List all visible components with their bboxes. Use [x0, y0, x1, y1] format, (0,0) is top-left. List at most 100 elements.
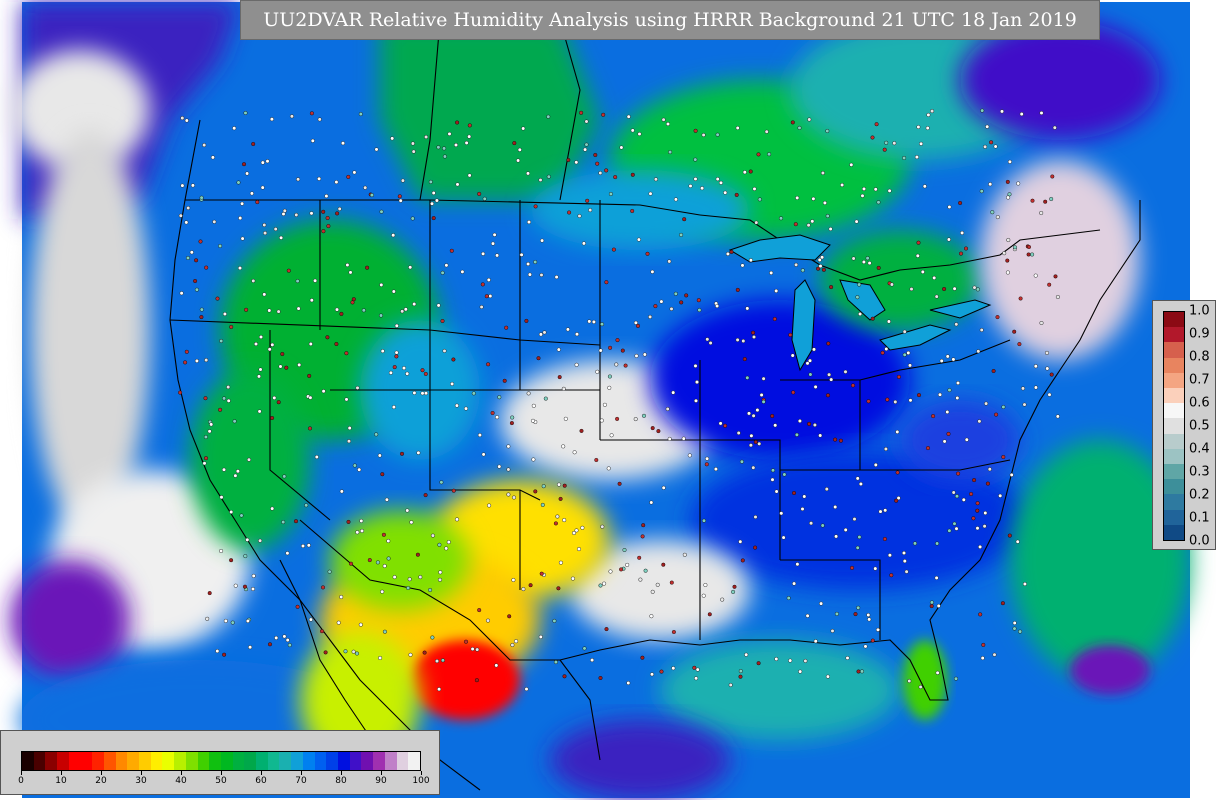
station-dot — [820, 523, 825, 528]
station-dot — [1049, 196, 1054, 201]
station-dot — [882, 537, 887, 542]
rh-colorbar-segment — [127, 752, 140, 770]
station-dot — [1049, 372, 1054, 377]
station-dot — [975, 508, 980, 513]
rh-tick-label: 80 — [335, 776, 347, 786]
station-dot — [825, 213, 830, 218]
station-dot — [386, 556, 391, 561]
station-dot — [306, 543, 311, 548]
station-dot — [625, 562, 630, 567]
station-dot — [180, 183, 185, 188]
station-dot — [908, 398, 913, 403]
station-dot — [215, 649, 220, 654]
station-dot — [956, 381, 961, 386]
station-dot — [818, 433, 823, 438]
station-dot — [223, 618, 228, 623]
station-dot — [543, 396, 548, 401]
station-dot — [232, 419, 237, 424]
station-dot — [860, 193, 865, 198]
station-dot — [619, 567, 624, 572]
station-dot — [381, 532, 386, 537]
rh-colorbar-segment — [139, 752, 151, 770]
rh-tick-label: 90 — [375, 776, 387, 786]
station-dot — [688, 183, 693, 188]
increment-colorbar-segment — [1164, 327, 1184, 343]
station-dot — [294, 519, 299, 524]
station-dot — [1001, 455, 1006, 460]
station-dot — [533, 260, 538, 265]
station-dot — [562, 483, 567, 488]
station-dot — [977, 419, 982, 424]
station-dot — [978, 612, 983, 617]
rh-tick-mark — [340, 771, 342, 775]
station-dot — [440, 319, 445, 324]
station-dot — [951, 490, 956, 495]
station-dot — [359, 518, 364, 523]
station-dot — [694, 676, 699, 681]
station-dot — [533, 489, 538, 494]
station-dot — [324, 194, 329, 199]
station-dot — [633, 417, 638, 422]
station-dot — [926, 446, 931, 451]
station-dot — [952, 521, 957, 526]
station-dot — [883, 447, 888, 452]
station-dot — [492, 232, 497, 237]
station-dot — [1013, 245, 1018, 250]
station-dot — [480, 282, 485, 287]
station-dot — [295, 604, 300, 609]
station-dot — [874, 122, 879, 127]
station-dot — [653, 304, 658, 309]
station-dot — [594, 458, 599, 463]
station-dot — [701, 593, 706, 598]
station-dot — [325, 215, 330, 220]
station-dot — [335, 307, 340, 312]
station-dot — [684, 293, 689, 298]
station-dot — [207, 429, 212, 434]
station-dot — [540, 502, 545, 507]
station-dot — [454, 142, 459, 147]
station-dot — [992, 652, 997, 657]
station-dot — [431, 216, 436, 221]
station-dot — [1047, 282, 1052, 287]
station-dot — [863, 644, 868, 649]
station-dot — [873, 566, 878, 571]
station-dot — [347, 426, 352, 431]
station-dot — [327, 569, 332, 574]
station-dot — [391, 233, 396, 238]
station-dot — [935, 670, 940, 675]
station-dot — [751, 465, 756, 470]
station-dot — [262, 292, 267, 297]
station-dot — [178, 390, 183, 395]
station-dot — [557, 482, 562, 487]
station-dot — [585, 198, 590, 203]
station-dot — [334, 342, 339, 347]
station-dot — [565, 327, 570, 332]
rh-colorbar — [21, 751, 421, 771]
station-dot — [993, 144, 998, 149]
station-dot — [1030, 252, 1035, 257]
station-dot — [866, 399, 871, 404]
station-dot — [825, 674, 830, 679]
station-dot — [833, 505, 838, 510]
station-dot — [808, 358, 813, 363]
station-dot — [720, 597, 725, 602]
station-dot — [455, 517, 460, 522]
station-dot — [661, 562, 666, 567]
station-dot — [671, 630, 676, 635]
station-dot — [895, 429, 900, 434]
station-dot — [636, 323, 641, 328]
station-dot — [470, 647, 475, 652]
rh-colorbar-segment — [68, 752, 81, 770]
station-dot — [199, 195, 204, 200]
station-dot — [477, 191, 482, 196]
station-dot — [278, 364, 283, 369]
rh-colorbar-legend: 0 10 20 30 40 50 60 70 80 90 100 — [0, 730, 440, 795]
station-dot — [538, 332, 543, 337]
station-dot — [930, 109, 935, 114]
station-dot — [749, 433, 754, 438]
station-dot — [693, 363, 698, 368]
station-dot — [435, 659, 440, 664]
station-dot — [270, 506, 275, 511]
station-dot — [1001, 405, 1006, 410]
station-dot — [854, 219, 859, 224]
